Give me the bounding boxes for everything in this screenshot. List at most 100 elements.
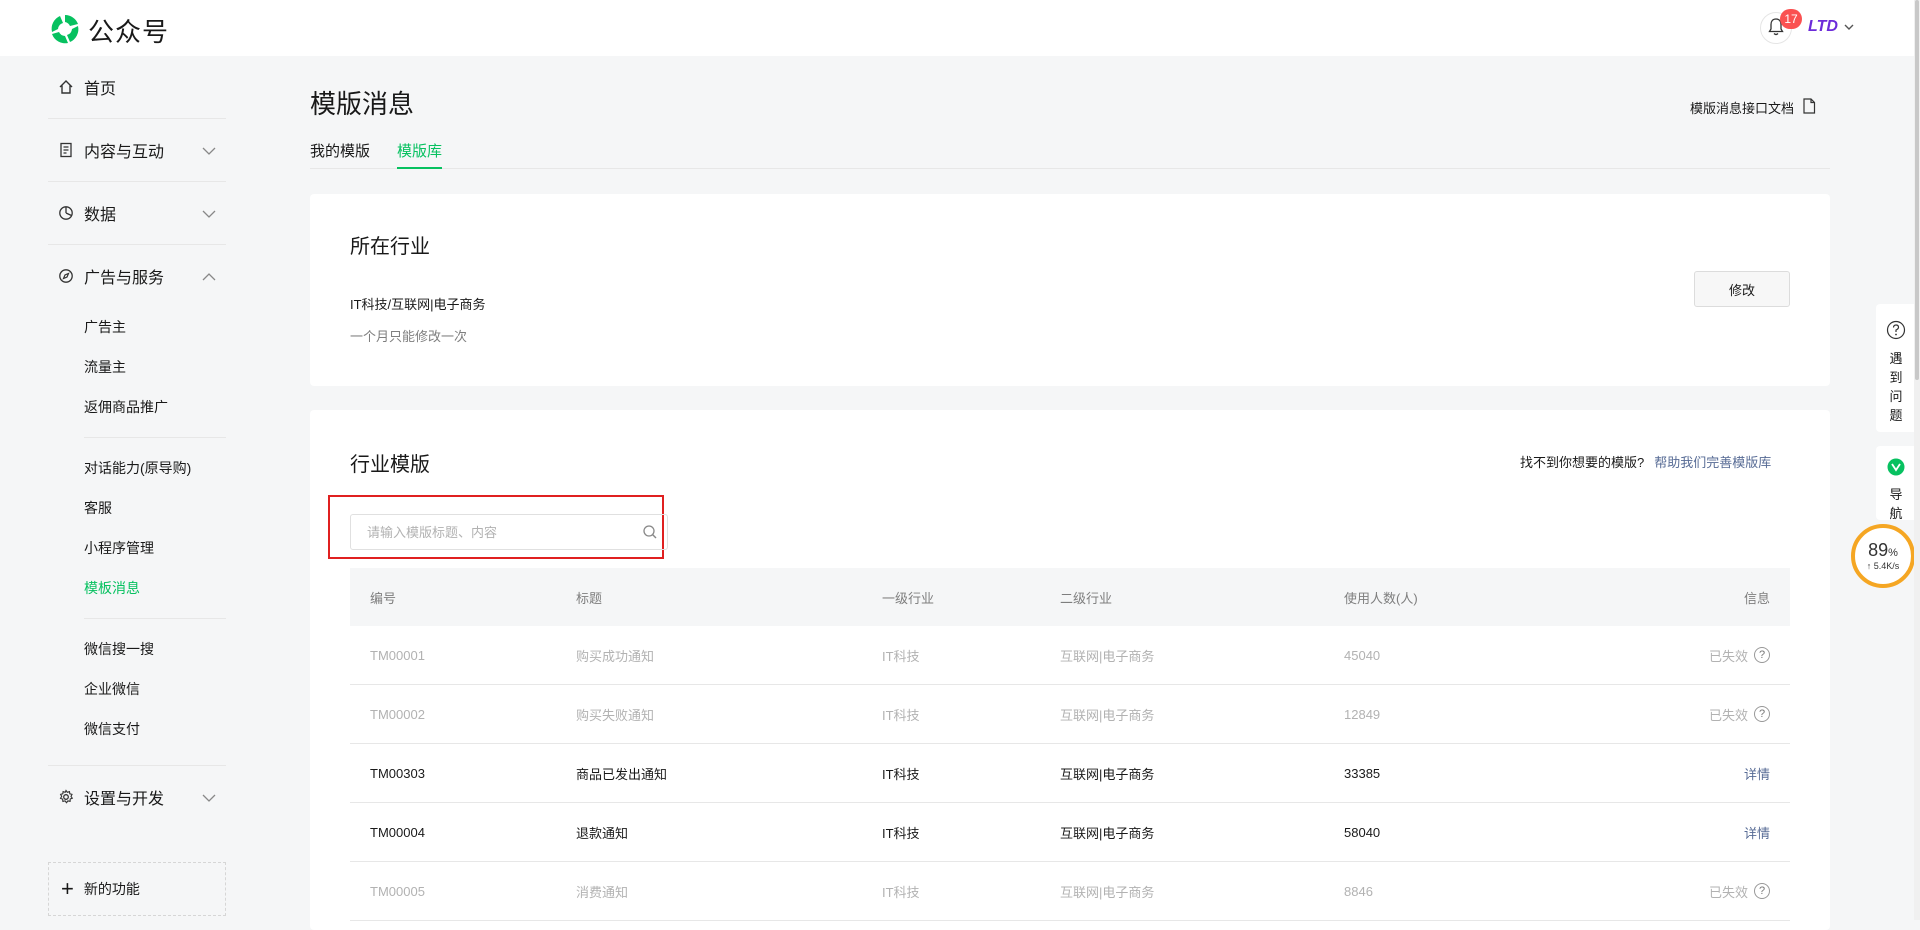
navigation-icon <box>1887 458 1905 479</box>
column-header-users: 使用人数(人) <box>1344 590 1418 606</box>
chevron-down-icon <box>202 790 216 808</box>
app-logo[interactable]: 公众号 <box>48 12 169 49</box>
sidebar-item-dialog[interactable]: 对话能力(原导购) <box>48 448 226 488</box>
sidebar-item-label: 设置与开发 <box>84 791 165 808</box>
row-title: 消费通知 <box>576 884 629 900</box>
help-line: 找不到你想要的模版? 帮助我们完善模版库 <box>1520 452 1771 471</box>
question-icon[interactable]: ? <box>1754 706 1770 722</box>
file-icon <box>1802 98 1816 117</box>
sidebar-item-work-wechat[interactable]: 企业微信 <box>48 669 226 709</box>
sidebar-item-wechat-search[interactable]: 微信搜一搜 <box>48 629 226 669</box>
row-users: 8846 <box>1344 883 1373 899</box>
sidebar-item-label: 广告与服务 <box>84 270 165 287</box>
sidebar-item-miniprogram[interactable]: 小程序管理 <box>48 528 226 568</box>
row-industry2: 互联网|电子商务 <box>1060 825 1155 841</box>
row-users: 33385 <box>1344 765 1381 781</box>
modify-button[interactable]: 修改 <box>1694 271 1790 307</box>
sidebar-item-data[interactable]: 数据 <box>48 182 226 244</box>
row-industry1: IT科技 <box>882 648 920 664</box>
sidebar-item-label: 内容与互动 <box>84 144 165 161</box>
divider <box>84 437 226 438</box>
detail-link[interactable]: 详情 <box>1744 823 1770 842</box>
chevron-down-icon <box>202 143 216 161</box>
search-box[interactable] <box>350 514 668 550</box>
table-row: TM00303 商品已发出通知 IT科技 互联网|电子商务 33385 详情 <box>350 744 1790 803</box>
industry-title: 所在行业 <box>350 236 430 258</box>
row-info: 已失效 ? <box>1709 882 1770 901</box>
plus-icon: + <box>61 876 74 901</box>
row-industry2: 互联网|电子商务 <box>1060 648 1155 664</box>
sidebar-item-settings[interactable]: 设置与开发 <box>48 766 226 828</box>
sidebar-item-advertiser[interactable]: 广告主 <box>48 307 226 347</box>
help-link[interactable]: 帮助我们完善模版库 <box>1654 452 1771 471</box>
sidebar-item-customer-service[interactable]: 客服 <box>48 488 226 528</box>
gauge-speed: ↑ 5.4K/s <box>1866 561 1900 571</box>
api-doc-label: 模版消息接口文档 <box>1690 101 1795 116</box>
sidebar-item-label: 数据 <box>84 207 117 224</box>
sidebar-item-ads[interactable]: 广告与服务 <box>48 245 226 307</box>
page-title: 模版消息 <box>310 89 415 119</box>
search-input[interactable] <box>351 516 633 548</box>
row-id: TM00002 <box>370 706 425 722</box>
notification-badge: 17 <box>1780 9 1802 29</box>
table-row: TM00004 退款通知 IT科技 互联网|电子商务 58040 详情 <box>350 803 1790 862</box>
column-header-industry2: 二级行业 <box>1060 590 1113 606</box>
expired-status: 已失效 <box>1708 648 1748 664</box>
column-header-title: 标题 <box>576 590 603 606</box>
sidebar-item-home[interactable]: 首页 <box>48 56 226 118</box>
industry-card: 所在行业 IT科技/互联网|电子商务 一个月只能修改一次 修改 <box>310 194 1830 386</box>
row-industry2: 互联网|电子商务 <box>1060 884 1155 900</box>
pie-chart-icon <box>58 205 78 221</box>
row-id: TM00001 <box>370 647 425 663</box>
tab-my-templates[interactable]: 我的模版 <box>310 140 370 167</box>
help-widget-label: 遇到问题 <box>1889 351 1903 423</box>
row-info: 已失效 ? <box>1709 705 1770 724</box>
sidebar-item-wechat-pay[interactable]: 微信支付 <box>48 709 226 749</box>
home-icon <box>58 79 78 95</box>
new-features-label: 新的功能 <box>83 881 140 897</box>
sidebar-item-content[interactable]: 内容与互动 <box>48 119 226 181</box>
row-industry2: 互联网|电子商务 <box>1060 766 1155 782</box>
gauge-percent-unit: % <box>1888 547 1898 559</box>
row-info: 已失效 ? <box>1709 646 1770 665</box>
row-users: 58040 <box>1344 824 1381 840</box>
question-circle-icon <box>1886 320 1906 343</box>
account-menu[interactable]: LTD <box>1808 18 1854 36</box>
help-text: 找不到你想要的模版? <box>1520 455 1645 470</box>
row-users: 12849 <box>1344 706 1381 722</box>
network-speed-gauge[interactable]: 89% ↑ 5.4K/s <box>1851 524 1915 588</box>
row-industry2: 互联网|电子商务 <box>1060 707 1155 723</box>
app-title: 公众号 <box>88 17 170 47</box>
industry-value: IT科技/互联网|电子商务 <box>350 297 486 312</box>
row-id: TM00004 <box>370 824 425 840</box>
scrollbar-thumb[interactable] <box>1915 0 1919 380</box>
help-widget[interactable]: 遇到问题 <box>1876 304 1916 432</box>
detail-link[interactable]: 详情 <box>1744 764 1770 783</box>
wechat-mp-logo-icon <box>48 12 82 49</box>
column-header-industry1: 一级行业 <box>882 590 935 606</box>
row-industry1: IT科技 <box>882 884 920 900</box>
question-icon[interactable]: ? <box>1754 647 1770 663</box>
nav-widget-label: 导航 <box>1889 487 1903 521</box>
row-id: TM00005 <box>370 883 425 899</box>
question-icon[interactable]: ? <box>1754 883 1770 899</box>
sidebar-item-template-message[interactable]: 模板消息 <box>48 568 226 608</box>
search-icon[interactable] <box>633 524 667 540</box>
new-features-button[interactable]: + 新的功能 <box>48 862 226 916</box>
sidebar-item-publisher[interactable]: 流量主 <box>48 347 226 387</box>
gear-icon <box>58 789 78 805</box>
sidebar-item-label: 首页 <box>84 81 117 98</box>
table-row: TM00005 消费通知 IT科技 互联网|电子商务 8846 已失效 ? <box>350 862 1790 921</box>
sidebar-item-commission[interactable]: 返佣商品推广 <box>48 387 226 427</box>
table-header: 编号 标题 一级行业 二级行业 使用人数(人) 信息 <box>350 568 1790 626</box>
divider <box>84 618 226 619</box>
account-name: LTD <box>1808 18 1838 35</box>
expired-status: 已失效 <box>1708 884 1748 900</box>
tab-template-library[interactable]: 模版库 <box>397 140 443 169</box>
industry-note: 一个月只能修改一次 <box>350 329 468 344</box>
row-industry1: IT科技 <box>882 707 920 723</box>
api-doc-link[interactable]: 模版消息接口文档 <box>1690 98 1816 117</box>
nav-widget[interactable]: 导航 <box>1876 446 1916 521</box>
row-title: 退款通知 <box>576 825 629 841</box>
chevron-down-icon <box>1844 18 1854 36</box>
